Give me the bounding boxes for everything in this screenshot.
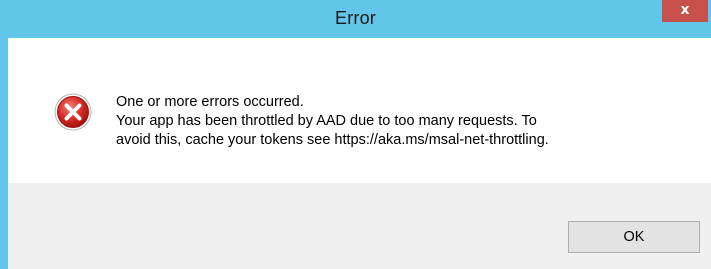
dialog-content: One or more errors occurred. Your app ha… xyxy=(8,38,711,183)
error-icon xyxy=(54,93,92,131)
close-button[interactable]: x xyxy=(662,0,708,22)
message-line-2: Your app has been throttled by AAD due t… xyxy=(116,113,537,129)
message-line-1: One or more errors occurred. xyxy=(116,94,304,110)
button-bar: OK xyxy=(8,183,711,269)
dialog-client-area: One or more errors occurred. Your app ha… xyxy=(8,38,711,269)
error-message: One or more errors occurred. Your app ha… xyxy=(116,93,696,150)
message-line-3: avoid this, cache your tokens see https:… xyxy=(116,132,549,148)
window-title: Error xyxy=(335,8,376,28)
title-bar[interactable]: Error x xyxy=(0,0,711,38)
error-dialog-window: Error x One or more errors occurred. You xyxy=(0,0,711,269)
ok-button[interactable]: OK xyxy=(568,221,700,253)
